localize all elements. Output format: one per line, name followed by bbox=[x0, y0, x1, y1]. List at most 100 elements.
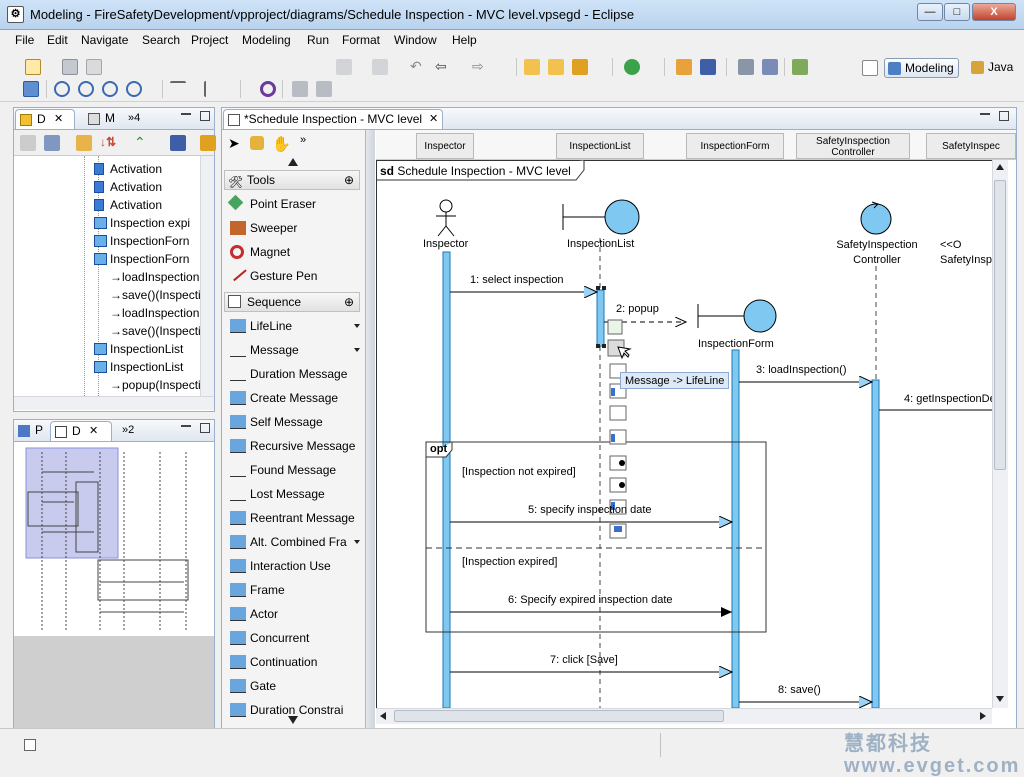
open-folder2-icon[interactable] bbox=[548, 59, 564, 75]
tab-schedule-inspection[interactable]: *Schedule Inspection - MVC level ✕ bbox=[223, 109, 443, 129]
tree-item[interactable]: InspectionForn bbox=[94, 250, 189, 268]
menu-navigate[interactable]: Navigate bbox=[81, 33, 128, 47]
palette-splitter[interactable] bbox=[366, 130, 375, 728]
more-tools-icon[interactable]: » bbox=[300, 134, 306, 146]
tab-overflow[interactable]: »4 bbox=[124, 109, 154, 129]
message-1-label[interactable]: 1: select inspection bbox=[470, 274, 564, 286]
menu-format[interactable]: Format bbox=[342, 33, 380, 47]
folder-icon[interactable] bbox=[76, 135, 92, 151]
menu-search[interactable]: Search bbox=[142, 33, 180, 47]
message-8-label[interactable]: 8: save() bbox=[778, 684, 821, 696]
menu-window[interactable]: Window bbox=[394, 33, 437, 47]
tree-item[interactable]: →loadInspection bbox=[110, 268, 199, 286]
visual-paradigm-icon[interactable] bbox=[260, 81, 276, 97]
header-inspection-list[interactable]: InspectionList bbox=[556, 133, 644, 159]
actor-label[interactable]: Inspector bbox=[423, 238, 468, 250]
zoom-actual-icon[interactable] bbox=[102, 81, 118, 97]
overview-canvas[interactable] bbox=[14, 442, 214, 728]
pen-icon[interactable] bbox=[572, 59, 588, 75]
align-top-icon[interactable] bbox=[170, 81, 186, 97]
tree-item[interactable]: Activation bbox=[94, 178, 162, 196]
sync-icon[interactable] bbox=[700, 59, 716, 75]
close-icon[interactable]: ✕ bbox=[54, 110, 63, 129]
maximize-editor-icon[interactable] bbox=[999, 111, 1009, 121]
menu-help[interactable]: Help bbox=[452, 33, 477, 47]
tree-item[interactable]: Activation bbox=[94, 196, 162, 214]
horizontal-thumb[interactable] bbox=[394, 710, 724, 722]
minimize-view-icon[interactable] bbox=[181, 424, 191, 427]
chevron-down-icon[interactable] bbox=[354, 540, 360, 544]
up-icon[interactable]: ⌃ bbox=[134, 135, 150, 151]
menu-run[interactable]: Run bbox=[307, 33, 329, 47]
checklist-icon[interactable] bbox=[792, 59, 808, 75]
doc2-icon[interactable] bbox=[316, 81, 332, 97]
sort-icon[interactable]: ↓⇅ bbox=[100, 135, 116, 151]
menu-project[interactable]: Project bbox=[191, 33, 228, 47]
close-icon[interactable]: ✕ bbox=[89, 422, 98, 441]
maximize-view-icon[interactable] bbox=[200, 111, 210, 121]
tab-overflow[interactable]: »2 bbox=[118, 421, 148, 441]
tasks-icon[interactable] bbox=[762, 59, 778, 75]
minimize-button[interactable]: — bbox=[917, 3, 943, 21]
tree-item[interactable]: →popup(Inspecti bbox=[110, 376, 200, 394]
tree-item[interactable]: Inspection expi bbox=[94, 214, 190, 232]
pin-icon[interactable]: ⊕ bbox=[344, 293, 354, 311]
perspective-modeling[interactable]: Modeling bbox=[884, 58, 959, 78]
vertical-thumb[interactable] bbox=[994, 180, 1006, 470]
header-safety-controller[interactable]: SafetyInspection Controller bbox=[796, 133, 910, 159]
step2-icon[interactable] bbox=[372, 59, 388, 75]
palette-tools-header[interactable]: 🛠 Tools ⊕ bbox=[224, 170, 360, 190]
header-inspector[interactable]: Inspector bbox=[416, 133, 474, 159]
maximize-button[interactable]: □ bbox=[944, 3, 970, 21]
select-arrow-icon[interactable]: ➤ bbox=[228, 136, 242, 150]
zoom-out-icon[interactable] bbox=[78, 81, 94, 97]
doc-icon[interactable] bbox=[292, 81, 308, 97]
hand-icon[interactable]: ✋ bbox=[272, 135, 291, 153]
save-icon[interactable] bbox=[62, 59, 78, 75]
forward-icon[interactable]: ⇨ bbox=[472, 59, 488, 75]
chevron-down-icon[interactable] bbox=[354, 348, 360, 352]
minimize-view-icon[interactable] bbox=[181, 112, 191, 115]
perspective-java[interactable]: Java bbox=[968, 58, 1017, 78]
print2-icon[interactable] bbox=[738, 59, 754, 75]
print-icon[interactable] bbox=[86, 59, 102, 75]
message-3-label[interactable]: 3: loadInspection() bbox=[756, 364, 847, 376]
tab-diagram-navigator[interactable]: D ✕ bbox=[15, 109, 75, 129]
menu-file[interactable]: File bbox=[15, 33, 34, 47]
scroll-up-icon[interactable] bbox=[288, 158, 298, 166]
guard-expired[interactable]: [Inspection expired] bbox=[462, 556, 557, 568]
pin-icon[interactable]: ⊕ bbox=[344, 171, 354, 189]
tree-vertical-scrollbar[interactable] bbox=[200, 156, 214, 396]
back-icon[interactable]: ⇦ bbox=[435, 59, 451, 75]
message-6-label[interactable]: 6: Specify expired inspection date bbox=[508, 594, 673, 606]
maximize-view-icon[interactable] bbox=[200, 423, 210, 433]
open-perspective-icon[interactable] bbox=[862, 60, 878, 76]
chevron-down-icon[interactable] bbox=[354, 324, 360, 328]
tree-item[interactable]: InspectionForn bbox=[94, 232, 189, 250]
menu-edit[interactable]: Edit bbox=[47, 33, 68, 47]
header-inspection-form[interactable]: InspectionForm bbox=[686, 133, 784, 159]
new-icon[interactable] bbox=[25, 59, 41, 75]
inspection-form-label[interactable]: InspectionForm bbox=[698, 338, 774, 350]
inspection-list-label[interactable]: InspectionList bbox=[567, 238, 634, 250]
brush-icon[interactable] bbox=[23, 81, 39, 97]
diagram-canvas[interactable]: sd Schedule Inspection - MVC level Inspe… bbox=[376, 160, 992, 708]
tree-item[interactable]: →loadInspection bbox=[110, 304, 199, 322]
minimize-editor-icon[interactable] bbox=[980, 112, 990, 115]
tree-item[interactable]: InspectionList bbox=[94, 358, 183, 376]
partial-lifeline-label[interactable]: <<O SafetyInsp bbox=[940, 238, 992, 268]
canvas-vertical-scrollbar[interactable] bbox=[992, 160, 1008, 708]
message-4-label[interactable]: 4: getInspectionDeta bbox=[904, 393, 992, 405]
run-icon[interactable] bbox=[624, 59, 640, 75]
tree-item[interactable]: →save()(Inspecti bbox=[110, 286, 200, 304]
step-icon[interactable] bbox=[336, 59, 352, 75]
message-5-label[interactable]: 5: specify inspection date bbox=[528, 504, 652, 516]
open-folder-icon[interactable] bbox=[524, 59, 540, 75]
sync-tree-icon[interactable] bbox=[170, 135, 186, 151]
close-button[interactable]: X bbox=[972, 3, 1016, 21]
undo-icon[interactable]: ↶ bbox=[410, 59, 426, 75]
link-icon[interactable] bbox=[200, 135, 216, 151]
lock-icon[interactable] bbox=[250, 136, 264, 150]
zoom-select-icon[interactable] bbox=[126, 81, 142, 97]
tree-item[interactable]: →save()(Inspecti bbox=[110, 322, 200, 340]
